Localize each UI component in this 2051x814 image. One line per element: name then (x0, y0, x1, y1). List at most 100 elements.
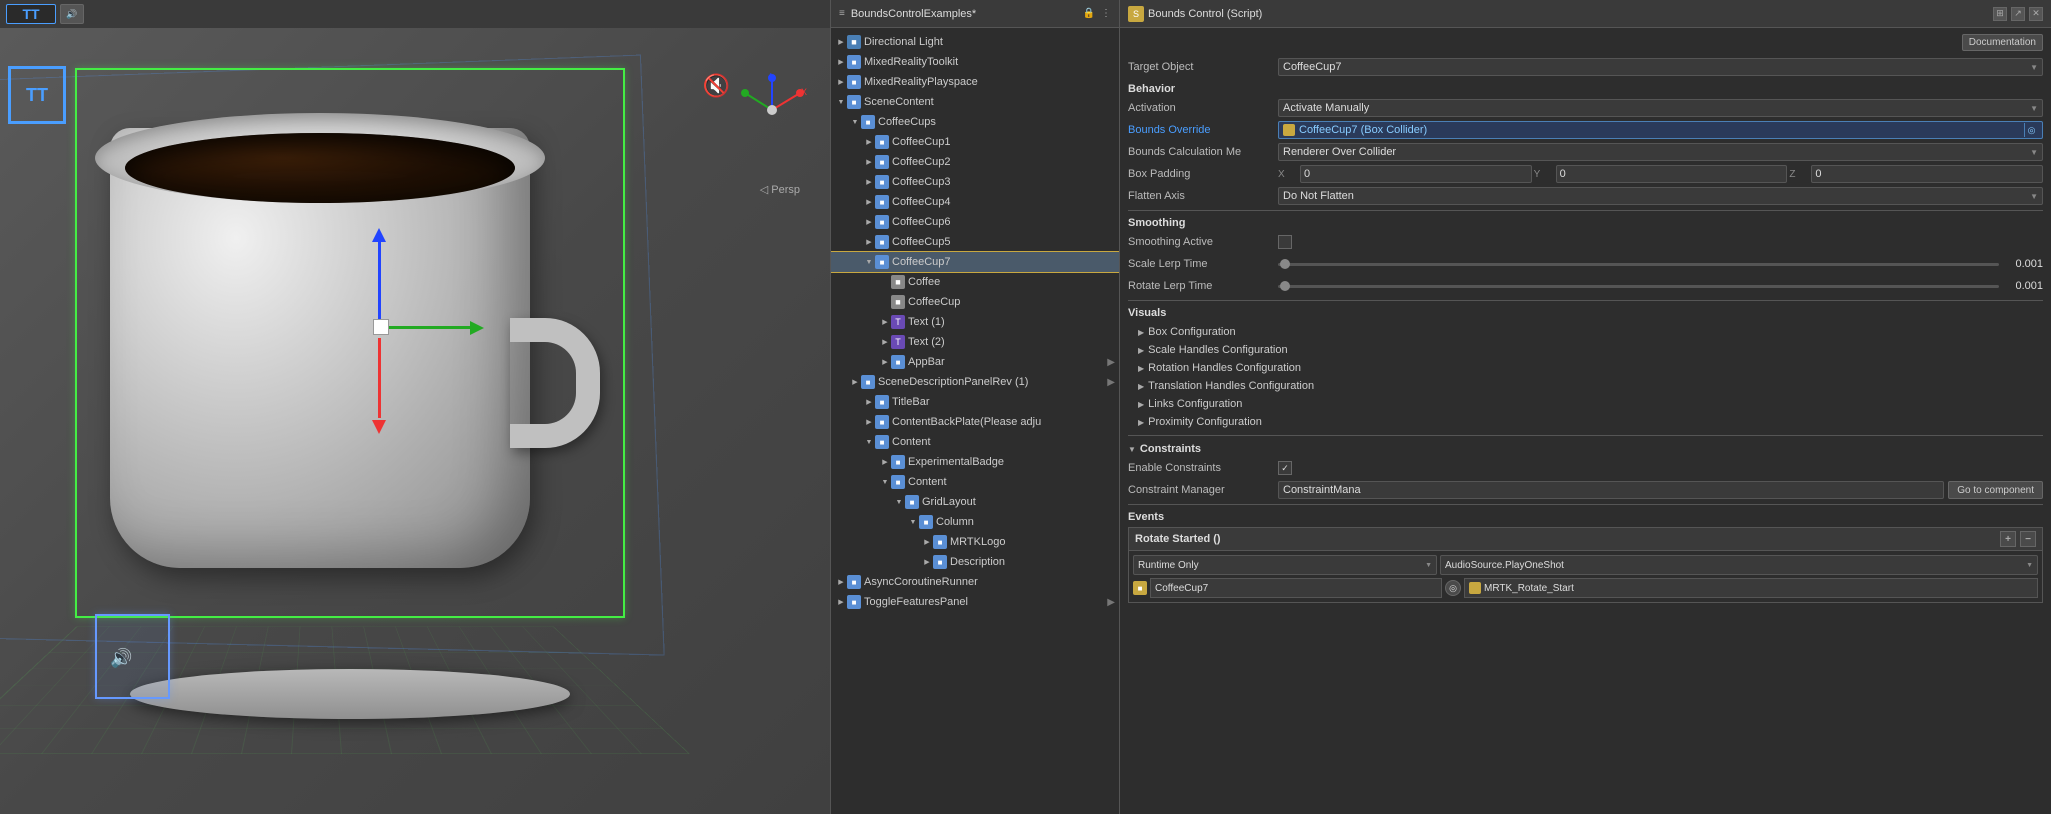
smoothing-active-label: Smoothing Active (1128, 236, 1278, 248)
hierarchy-lock-btn[interactable]: 🔒 (1083, 8, 1095, 19)
collapse-arrow: ▶ (1138, 382, 1144, 391)
hierarchy-menu-btn[interactable]: ⋮ (1101, 8, 1111, 19)
enable-constraints-row: Enable Constraints ✓ (1128, 458, 2043, 478)
rotate-lerp-track[interactable] (1278, 285, 1999, 288)
target-object-value[interactable]: CoffeeCup7 (1278, 58, 2043, 76)
box-padding-z[interactable] (1811, 165, 2043, 183)
tree-item-asyncrunner[interactable]: ▶ ■ AsyncCoroutineRunner (831, 572, 1119, 592)
tree-item-coffeecup6[interactable]: ▶ ■ CoffeeCup6 (831, 212, 1119, 232)
collapse-arrow: ▶ (1138, 346, 1144, 355)
proximity-config-section[interactable]: ▶ Proximity Configuration (1128, 413, 2043, 431)
box-config-section[interactable]: ▶ Box Configuration (1128, 323, 2043, 341)
events-section-header: Events (1128, 511, 2043, 523)
runtime-only-dropdown[interactable]: Runtime Only (1133, 555, 1437, 575)
event-object-field[interactable]: CoffeeCup7 (1150, 578, 1442, 598)
go-to-component-button[interactable]: Go to component (1948, 481, 2043, 499)
box-padding-x[interactable] (1300, 165, 1532, 183)
tree-item-coffeecup7[interactable]: ▼ ■ CoffeeCup7 (831, 252, 1119, 272)
rotation-handles-section[interactable]: ▶ Rotation Handles Configuration (1128, 359, 2043, 377)
script-icon: S (1128, 6, 1144, 22)
bounds-icon (1283, 124, 1295, 136)
go-icon: ■ (847, 55, 861, 69)
translation-handles-section[interactable]: ▶ Translation Handles Configuration (1128, 377, 2043, 395)
tree-item-text1[interactable]: ▶ T Text (1) (831, 312, 1119, 332)
3d-canvas[interactable]: 🔇 Z X ◁ Persp TT (0, 28, 830, 814)
smoothing-active-checkbox[interactable] (1278, 235, 1292, 249)
speaker-button[interactable]: 🔊 (60, 4, 84, 24)
tree-item-expbadge[interactable]: ▶ ■ ExperimentalBadge (831, 452, 1119, 472)
tree-item-coffeecup1[interactable]: ▶ ■ CoffeeCup1 (831, 132, 1119, 152)
bounds-calc-value[interactable]: Renderer Over Collider (1278, 143, 2043, 161)
collapse-arrow: ▶ (1138, 364, 1144, 373)
tree-item-coffeecups[interactable]: ▼ ■ CoffeeCups (831, 112, 1119, 132)
rotate-lerp-value: 0.001 (2003, 280, 2043, 292)
bounds-override-row: Bounds Override CoffeeCup7 (Box Collider… (1128, 120, 2043, 140)
tree-item-coffee[interactable]: ■ Coffee (831, 272, 1119, 292)
inspector-close-btn[interactable]: ✕ (2029, 7, 2043, 21)
small-speaker-icon: 🔊 (110, 648, 132, 669)
visuals-section-header: Visuals (1128, 307, 2043, 319)
tree-item-titlebar[interactable]: ▶ ■ TitleBar (831, 392, 1119, 412)
inspector-open-btn[interactable]: ⊞ (1993, 7, 2007, 21)
tree-item-column[interactable]: ▼ ■ Column (831, 512, 1119, 532)
tree-item-mrtklogo[interactable]: ▶ ■ MRTKLogo (831, 532, 1119, 552)
collapse-arrow: ▶ (1138, 418, 1144, 427)
tree-item-coffeecup4[interactable]: ▶ ■ CoffeeCup4 (831, 192, 1119, 212)
rotate-started-event: Rotate Started () + − Runtime Only Audio… (1128, 527, 2043, 603)
tree-item-coffeecup3[interactable]: ▶ ■ CoffeeCup3 (831, 172, 1119, 192)
go-icon: ■ (875, 435, 889, 449)
tree-item-coffeecup-child[interactable]: ■ CoffeeCup (831, 292, 1119, 312)
scale-lerp-thumb[interactable] (1280, 259, 1290, 269)
tree-item-description[interactable]: ▶ ■ Description (831, 552, 1119, 572)
box-padding-y[interactable] (1556, 165, 1788, 183)
expand-arrow: ▼ (849, 119, 861, 126)
inspector-float-btn[interactable]: ↗ (2011, 7, 2025, 21)
tree-item-appbar[interactable]: ▶ ■ AppBar ▶ (831, 352, 1119, 372)
tree-item-mrtk[interactable]: ▶ ■ MixedRealityToolkit (831, 52, 1119, 72)
bounds-override-value[interactable]: CoffeeCup7 (Box Collider) ◎ (1278, 121, 2043, 139)
tree-item-content-child[interactable]: ▼ ■ Content (831, 472, 1119, 492)
tree-item-scenecontent[interactable]: ▼ ■ SceneContent (831, 92, 1119, 112)
add-event-btn[interactable]: + (2000, 531, 2016, 547)
go-icon: ■ (847, 575, 861, 589)
event-obj-select-btn[interactable]: ◎ (1445, 580, 1461, 596)
tree-item-gridlayout[interactable]: ▼ ■ GridLayout (831, 492, 1119, 512)
audio-source-dropdown[interactable]: AudioSource.PlayOneShot (1440, 555, 2038, 575)
expand-arrow: ▶ (879, 458, 891, 466)
tree-item-text2[interactable]: ▶ T Text (2) (831, 332, 1119, 352)
expand-arrow: ▼ (879, 479, 891, 486)
documentation-button[interactable]: Documentation (1962, 34, 2043, 51)
flatten-axis-label: Flatten Axis (1128, 190, 1278, 202)
viewport-panel: TT 🔊 (0, 0, 830, 814)
remove-event-btn[interactable]: − (2020, 531, 2036, 547)
tree-item-togglepanel[interactable]: ▶ ■ ToggleFeaturesPanel ▶ (831, 592, 1119, 612)
bounds-edit-btn[interactable]: ◎ (2024, 123, 2038, 137)
z-label: Z (1789, 169, 1809, 180)
activation-value[interactable]: Activate Manually (1278, 99, 2043, 117)
tree-item-contentback[interactable]: ▶ ■ ContentBackPlate(Please adju (831, 412, 1119, 432)
scale-lerp-track[interactable] (1278, 263, 1999, 266)
more-indicator: ▶ (1107, 357, 1115, 368)
links-config-section[interactable]: ▶ Links Configuration (1128, 395, 2043, 413)
inspector-header: S Bounds Control (Script) ⊞ ↗ ✕ (1120, 0, 2051, 28)
constraints-section[interactable]: ▼ Constraints (1128, 440, 2043, 458)
tt-button[interactable]: TT (6, 4, 56, 24)
event-method-field[interactable]: MRTK_Rotate_Start (1464, 578, 2038, 598)
tree-item-mrplayspace[interactable]: ▶ ■ MixedRealityPlayspace (831, 72, 1119, 92)
viewport-toolbar: TT 🔊 (0, 0, 830, 28)
go-icon: ■ (875, 195, 889, 209)
go-icon: ■ (919, 515, 933, 529)
text-icon: T (891, 315, 905, 329)
scale-lerp-label: Scale Lerp Time (1128, 258, 1278, 270)
scale-handles-section[interactable]: ▶ Scale Handles Configuration (1128, 341, 2043, 359)
tree-item-scenedesc[interactable]: ▶ ■ SceneDescriptionPanelRev (1) ▶ (831, 372, 1119, 392)
constraint-manager-value[interactable]: ConstraintMana (1278, 481, 1944, 499)
tree-item-coffeecup2[interactable]: ▶ ■ CoffeeCup2 (831, 152, 1119, 172)
divider4 (1128, 504, 2043, 505)
tree-item-coffeecup5[interactable]: ▶ ■ CoffeeCup5 (831, 232, 1119, 252)
tree-item-directional-light[interactable]: ▶ ■ Directional Light (831, 32, 1119, 52)
rotate-lerp-thumb[interactable] (1280, 281, 1290, 291)
flatten-axis-value[interactable]: Do Not Flatten (1278, 187, 2043, 205)
enable-constraints-checkbox[interactable]: ✓ (1278, 461, 1292, 475)
tree-item-content-main[interactable]: ▼ ■ Content (831, 432, 1119, 452)
